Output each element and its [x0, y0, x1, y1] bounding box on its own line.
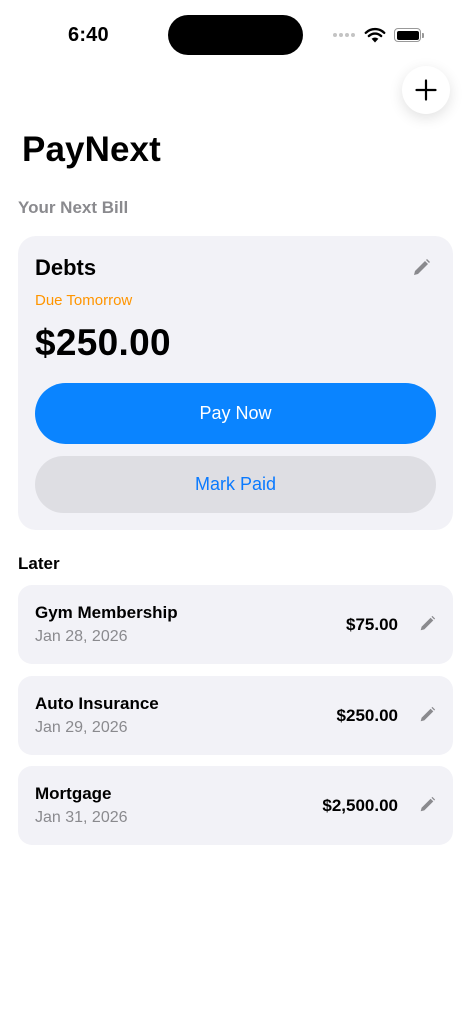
battery-icon	[394, 28, 424, 42]
wifi-icon	[364, 27, 386, 43]
bill-row-name: Gym Membership	[35, 603, 178, 622]
status-time: 6:40	[68, 24, 109, 46]
dynamic-island	[168, 15, 303, 55]
due-status: Due Tomorrow	[35, 292, 133, 309]
pay-now-button[interactable]: Pay Now	[35, 383, 436, 444]
cellular-signal-icon	[333, 33, 355, 37]
next-bill-section-label: Your Next Bill	[18, 198, 129, 217]
pencil-icon[interactable]	[418, 796, 436, 814]
bill-row-mortgage[interactable]: Mortgage Jan 31, 2026 $2,500.00	[18, 766, 453, 845]
next-bill-card: Debts Due Tomorrow $250.00 Pay Now Mark …	[18, 236, 453, 530]
pencil-icon[interactable]	[411, 258, 431, 278]
mark-paid-button[interactable]: Mark Paid	[35, 456, 436, 513]
bill-row-amount: $75.00	[346, 615, 398, 634]
page-title: PayNext	[22, 130, 161, 169]
next-bill-amount: $250.00	[35, 322, 171, 363]
pencil-icon[interactable]	[418, 706, 436, 724]
add-bill-button[interactable]	[402, 66, 450, 114]
bill-row-name: Mortgage	[35, 784, 112, 803]
pencil-icon[interactable]	[418, 615, 436, 633]
bill-row-date: Jan 31, 2026	[35, 809, 128, 826]
bill-row-date: Jan 29, 2026	[35, 719, 128, 736]
next-bill-name: Debts	[35, 255, 97, 280]
bill-row-amount: $250.00	[336, 706, 398, 725]
bill-row-name: Auto Insurance	[35, 694, 159, 713]
status-bar: 6:40	[0, 0, 471, 70]
bill-row-amount: $2,500.00	[322, 796, 398, 815]
later-section-label: Later	[18, 554, 60, 573]
bill-row-auto-insurance[interactable]: Auto Insurance Jan 29, 2026 $250.00	[18, 676, 453, 755]
bill-row-gym-membership[interactable]: Gym Membership Jan 28, 2026 $75.00	[18, 585, 453, 664]
status-icons	[333, 25, 424, 45]
bill-row-date: Jan 28, 2026	[35, 628, 128, 645]
plus-icon	[415, 79, 437, 101]
